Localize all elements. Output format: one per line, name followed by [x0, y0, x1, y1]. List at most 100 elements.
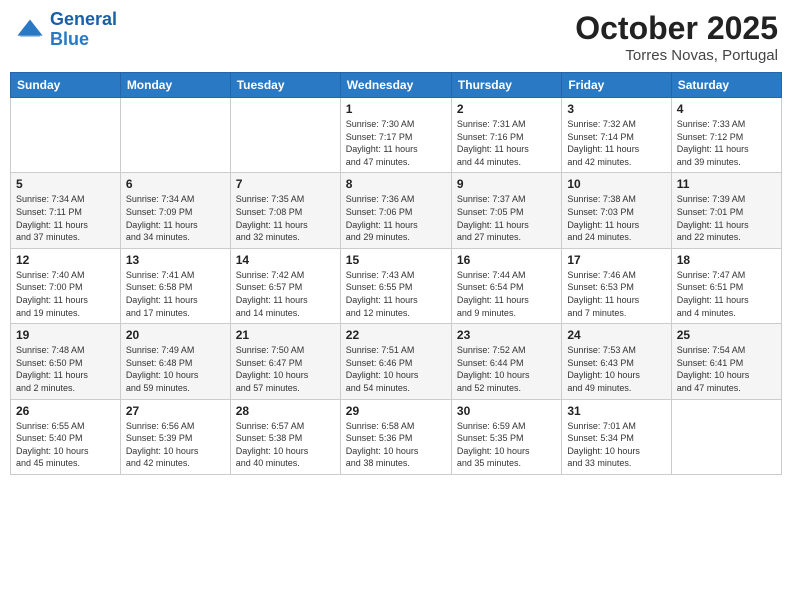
day-number: 27: [126, 404, 225, 418]
day-number: 26: [16, 404, 115, 418]
day-number: 5: [16, 177, 115, 191]
weekday-header-wednesday: Wednesday: [340, 73, 451, 98]
calendar-cell: [671, 399, 781, 474]
day-info: Sunrise: 7:46 AM Sunset: 6:53 PM Dayligh…: [567, 269, 665, 319]
weekday-header-tuesday: Tuesday: [230, 73, 340, 98]
calendar-cell: 15 Sunrise: 7:43 AM Sunset: 6:55 PM Dayli…: [340, 248, 451, 323]
weekday-header-friday: Friday: [562, 73, 671, 98]
calendar-cell: 4 Sunrise: 7:33 AM Sunset: 7:12 PM Daylig…: [671, 98, 781, 173]
calendar-cell: 22Sunrise: 7:51 AM Sunset: 6:46 PM Dayli…: [340, 324, 451, 399]
calendar-cell: 27 Sunrise: 6:56 AM Sunset: 5:39 PM Dayli…: [120, 399, 230, 474]
day-number: 17: [567, 253, 665, 267]
day-number: 3: [567, 102, 665, 116]
calendar-table: SundayMondayTuesdayWednesdayThursdayFrid…: [10, 72, 782, 475]
calendar-cell: 3 Sunrise: 7:32 AM Sunset: 7:14 PM Daylig…: [562, 98, 671, 173]
day-info: Sunrise: 7:32 AM Sunset: 7:14 PM Dayligh…: [567, 118, 665, 168]
day-number: 13: [126, 253, 225, 267]
calendar-cell: 31 Sunrise: 7:01 AM Sunset: 5:34 PM Dayli…: [562, 399, 671, 474]
day-info: Sunrise: 7:42 AM Sunset: 6:57 PM Dayligh…: [236, 269, 335, 319]
day-number: 28: [236, 404, 335, 418]
day-number: 11: [677, 177, 776, 191]
calendar-cell: 16 Sunrise: 7:44 AM Sunset: 6:54 PM Dayli…: [451, 248, 561, 323]
day-info: Sunrise: 6:56 AM Sunset: 5:39 PM Dayligh…: [126, 420, 225, 470]
day-number: 7: [236, 177, 335, 191]
calendar-cell: 7 Sunrise: 7:35 AM Sunset: 7:08 PM Daylig…: [230, 173, 340, 248]
logo: GeneralBlue: [14, 10, 117, 50]
day-info: Sunrise: 7:37 AM Sunset: 7:05 PM Dayligh…: [457, 193, 556, 243]
calendar-cell: 20Sunrise: 7:49 AM Sunset: 6:48 PM Dayli…: [120, 324, 230, 399]
calendar-cell: 13 Sunrise: 7:41 AM Sunset: 6:58 PM Dayli…: [120, 248, 230, 323]
weekday-header-sunday: Sunday: [11, 73, 121, 98]
day-number: 29: [346, 404, 446, 418]
logo-text: GeneralBlue: [50, 10, 117, 50]
calendar-cell: 6Sunrise: 7:34 AM Sunset: 7:09 PM Daylig…: [120, 173, 230, 248]
day-info: Sunrise: 7:01 AM Sunset: 5:34 PM Dayligh…: [567, 420, 665, 470]
day-info: Sunrise: 7:31 AM Sunset: 7:16 PM Dayligh…: [457, 118, 556, 168]
week-row-5: 26 Sunrise: 6:55 AM Sunset: 5:40 PM Dayli…: [11, 399, 782, 474]
calendar-cell: 18Sunrise: 7:47 AM Sunset: 6:51 PM Dayli…: [671, 248, 781, 323]
day-number: 25: [677, 328, 776, 342]
day-number: 30: [457, 404, 556, 418]
day-info: Sunrise: 6:58 AM Sunset: 5:36 PM Dayligh…: [346, 420, 446, 470]
calendar-cell: [11, 98, 121, 173]
weekday-header-saturday: Saturday: [671, 73, 781, 98]
calendar-cell: 12 Sunrise: 7:40 AM Sunset: 7:00 PM Dayli…: [11, 248, 121, 323]
day-number: 6: [126, 177, 225, 191]
week-row-3: 12 Sunrise: 7:40 AM Sunset: 7:00 PM Dayli…: [11, 248, 782, 323]
day-info: Sunrise: 7:36 AM Sunset: 7:06 PM Dayligh…: [346, 193, 446, 243]
calendar-cell: 10Sunrise: 7:38 AM Sunset: 7:03 PM Dayli…: [562, 173, 671, 248]
calendar-cell: 19 Sunrise: 7:48 AM Sunset: 6:50 PM Dayli…: [11, 324, 121, 399]
day-info: Sunrise: 7:53 AM Sunset: 6:43 PM Dayligh…: [567, 344, 665, 394]
day-info: Sunrise: 6:57 AM Sunset: 5:38 PM Dayligh…: [236, 420, 335, 470]
calendar-cell: 14Sunrise: 7:42 AM Sunset: 6:57 PM Dayli…: [230, 248, 340, 323]
day-info: Sunrise: 7:34 AM Sunset: 7:11 PM Dayligh…: [16, 193, 115, 243]
calendar-cell: 29 Sunrise: 6:58 AM Sunset: 5:36 PM Dayli…: [340, 399, 451, 474]
day-number: 20: [126, 328, 225, 342]
calendar-cell: 17 Sunrise: 7:46 AM Sunset: 6:53 PM Dayli…: [562, 248, 671, 323]
day-info: Sunrise: 7:44 AM Sunset: 6:54 PM Dayligh…: [457, 269, 556, 319]
week-row-2: 5 Sunrise: 7:34 AM Sunset: 7:11 PM Daylig…: [11, 173, 782, 248]
day-info: Sunrise: 7:52 AM Sunset: 6:44 PM Dayligh…: [457, 344, 556, 394]
day-number: 9: [457, 177, 556, 191]
day-number: 21: [236, 328, 335, 342]
day-number: 22: [346, 328, 446, 342]
day-info: Sunrise: 7:39 AM Sunset: 7:01 PM Dayligh…: [677, 193, 776, 243]
week-row-1: 1 Sunrise: 7:30 AM Sunset: 7:17 PM Daylig…: [11, 98, 782, 173]
day-number: 19: [16, 328, 115, 342]
day-number: 24: [567, 328, 665, 342]
calendar-cell: 2 Sunrise: 7:31 AM Sunset: 7:16 PM Daylig…: [451, 98, 561, 173]
calendar-cell: 24 Sunrise: 7:53 AM Sunset: 6:43 PM Dayli…: [562, 324, 671, 399]
weekday-header-row: SundayMondayTuesdayWednesdayThursdayFrid…: [11, 73, 782, 98]
day-info: Sunrise: 7:30 AM Sunset: 7:17 PM Dayligh…: [346, 118, 446, 168]
day-info: Sunrise: 6:59 AM Sunset: 5:35 PM Dayligh…: [457, 420, 556, 470]
weekday-header-monday: Monday: [120, 73, 230, 98]
day-number: 31: [567, 404, 665, 418]
calendar-cell: 26 Sunrise: 6:55 AM Sunset: 5:40 PM Dayli…: [11, 399, 121, 474]
day-number: 8: [346, 177, 446, 191]
day-info: Sunrise: 7:35 AM Sunset: 7:08 PM Dayligh…: [236, 193, 335, 243]
day-number: 12: [16, 253, 115, 267]
calendar-cell: 8 Sunrise: 7:36 AM Sunset: 7:06 PM Daylig…: [340, 173, 451, 248]
day-number: 2: [457, 102, 556, 116]
day-info: Sunrise: 7:40 AM Sunset: 7:00 PM Dayligh…: [16, 269, 115, 319]
month-title: October 2025: [575, 10, 778, 47]
page-header: GeneralBlue October 2025 Torres Novas, P…: [10, 10, 782, 64]
day-number: 18: [677, 253, 776, 267]
day-info: Sunrise: 7:48 AM Sunset: 6:50 PM Dayligh…: [16, 344, 115, 394]
weekday-header-thursday: Thursday: [451, 73, 561, 98]
day-number: 15: [346, 253, 446, 267]
day-number: 4: [677, 102, 776, 116]
day-info: Sunrise: 7:43 AM Sunset: 6:55 PM Dayligh…: [346, 269, 446, 319]
day-number: 16: [457, 253, 556, 267]
day-number: 10: [567, 177, 665, 191]
day-info: Sunrise: 6:55 AM Sunset: 5:40 PM Dayligh…: [16, 420, 115, 470]
day-info: Sunrise: 7:54 AM Sunset: 6:41 PM Dayligh…: [677, 344, 776, 394]
day-info: Sunrise: 7:33 AM Sunset: 7:12 PM Dayligh…: [677, 118, 776, 168]
calendar-cell: 21Sunrise: 7:50 AM Sunset: 6:47 PM Dayli…: [230, 324, 340, 399]
calendar-cell: 5 Sunrise: 7:34 AM Sunset: 7:11 PM Daylig…: [11, 173, 121, 248]
day-number: 1: [346, 102, 446, 116]
calendar-cell: 25 Sunrise: 7:54 AM Sunset: 6:41 PM Dayli…: [671, 324, 781, 399]
location-title: Torres Novas, Portugal: [575, 47, 778, 64]
day-info: Sunrise: 7:41 AM Sunset: 6:58 PM Dayligh…: [126, 269, 225, 319]
calendar-cell: [230, 98, 340, 173]
